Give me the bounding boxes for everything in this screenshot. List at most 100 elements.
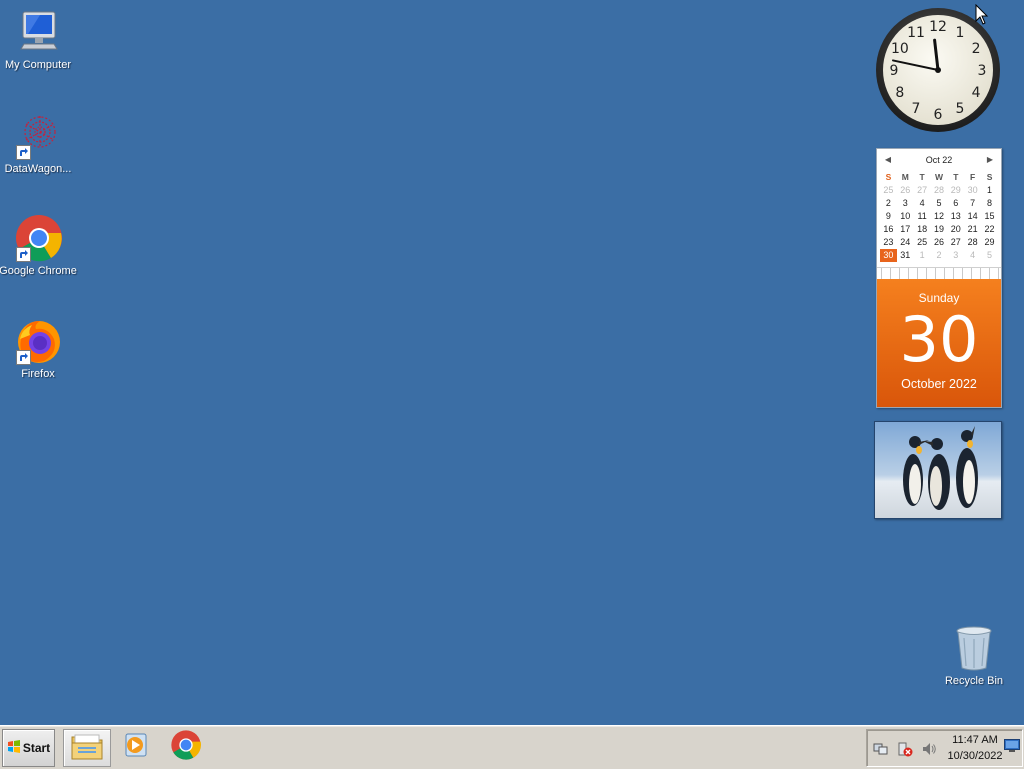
- calendar-day[interactable]: 22: [981, 223, 998, 236]
- calendar-day[interactable]: 18: [914, 223, 931, 236]
- calendar-weekday: M: [901, 172, 909, 182]
- calendar-day[interactable]: 15: [981, 210, 998, 223]
- calendar-day[interactable]: 19: [931, 223, 948, 236]
- calendar-week-row: 30 31 1 2 3 4 5: [880, 249, 998, 262]
- desktop-icon-google-chrome[interactable]: Google Chrome: [0, 214, 78, 277]
- calendar-day[interactable]: 9: [880, 210, 897, 223]
- desktop-icon-label: My Computer: [4, 59, 72, 71]
- calendar-day[interactable]: 5: [981, 249, 998, 262]
- action-center-warning-icon[interactable]: [897, 741, 913, 757]
- calendar-month-label: Oct 22: [925, 155, 953, 165]
- calendar-day[interactable]: 5: [931, 197, 948, 210]
- calendar-weekday: S: [885, 172, 892, 182]
- calendar-day[interactable]: 25: [914, 236, 931, 249]
- calendar-day[interactable]: 25: [880, 184, 897, 197]
- calendar-day[interactable]: 12: [931, 210, 948, 223]
- desktop-icon-label: DataWagon...: [4, 163, 72, 175]
- calendar-week-row: 16 17 18 19 20 21 22: [880, 223, 998, 236]
- calendar-day[interactable]: 20: [947, 223, 964, 236]
- calendar-grid: S M T W T F S 25 26 27 28 29 30 1 2 3 4 …: [880, 171, 998, 262]
- calendar-day[interactable]: 23: [880, 236, 897, 249]
- calendar-day[interactable]: 13: [947, 210, 964, 223]
- desktop-icon-firefox[interactable]: Firefox: [0, 317, 78, 380]
- calendar-weekday: T: [919, 172, 925, 182]
- calendar-day[interactable]: 2: [880, 197, 897, 210]
- calendar-day[interactable]: 3: [897, 197, 914, 210]
- penguins-photo: [875, 422, 1001, 518]
- tray-clock-date[interactable]: 10/30/2022: [943, 750, 1007, 762]
- calendar-day[interactable]: 10: [897, 210, 914, 223]
- calendar-week-row: 25 26 27 28 29 30 1: [880, 184, 998, 197]
- clock-numeral: 10: [891, 41, 909, 57]
- previous-month-icon[interactable]: ◀: [881, 149, 895, 171]
- calendar-day[interactable]: 27: [947, 236, 964, 249]
- desktop-icon-label: Firefox: [21, 368, 55, 380]
- start-label: Start: [22, 741, 51, 755]
- calendar-weekday: W: [934, 172, 943, 182]
- calendar-day[interactable]: 1: [914, 249, 931, 262]
- calendar-day[interactable]: 11: [914, 210, 931, 223]
- calendar-weekday: S: [986, 172, 993, 182]
- volume-icon[interactable]: [921, 741, 937, 757]
- calendar-day[interactable]: 26: [931, 236, 948, 249]
- clock-numeral: 2: [972, 41, 981, 57]
- system-tray: 11:47 AM 10/30/2022: [866, 729, 1023, 767]
- calendar-day[interactable]: 1: [981, 184, 998, 197]
- calendar-header: ◀ Oct 22 ▶: [877, 149, 1001, 171]
- calendar-day[interactable]: 30: [964, 184, 981, 197]
- clock-numeral: 12: [929, 19, 947, 35]
- taskbar-chrome-button[interactable]: [164, 729, 208, 765]
- clock-numeral: 1: [956, 25, 965, 41]
- calendar-day[interactable]: 29: [981, 236, 998, 249]
- file-explorer-icon: [70, 731, 104, 766]
- clock-numeral: 6: [934, 107, 943, 123]
- calendar-day[interactable]: 2: [931, 249, 948, 262]
- calendar-day[interactable]: 31: [897, 249, 914, 262]
- tray-clock-time[interactable]: 11:47 AM: [943, 734, 1007, 746]
- show-desktop-button[interactable]: [1004, 739, 1020, 753]
- calendar-day[interactable]: 28: [931, 184, 948, 197]
- firefox-icon: [14, 317, 62, 365]
- calendar-day-number: 30: [899, 303, 979, 376]
- network-icon[interactable]: [873, 741, 889, 757]
- datawagon-icon: [14, 112, 62, 160]
- calendar-day[interactable]: 29: [947, 184, 964, 197]
- calendar-gadget[interactable]: ◀ Oct 22 ▶ S M T W T F S 25 26 27 28 29 …: [876, 148, 1002, 408]
- calendar-day[interactable]: 21: [964, 223, 981, 236]
- calendar-day[interactable]: 24: [897, 236, 914, 249]
- calendar-day[interactable]: 8: [981, 197, 998, 210]
- calendar-day[interactable]: 28: [964, 236, 981, 249]
- calendar-weekday-row: S M T W T F S: [880, 171, 998, 184]
- calendar-day[interactable]: 14: [964, 210, 981, 223]
- clock-numeral: 8: [895, 85, 904, 101]
- next-month-icon[interactable]: ▶: [983, 149, 997, 171]
- calendar-day[interactable]: 4: [914, 197, 931, 210]
- calendar-day[interactable]: 7: [964, 197, 981, 210]
- clock-numeral: 4: [972, 85, 981, 101]
- calendar-day[interactable]: 16: [880, 223, 897, 236]
- clock-numeral: 7: [912, 101, 921, 117]
- calendar-weekday: T: [953, 172, 959, 182]
- slideshow-gadget[interactable]: [874, 421, 1002, 519]
- calendar-day[interactable]: 26: [897, 184, 914, 197]
- taskbar-file-explorer-button[interactable]: [63, 729, 111, 767]
- start-button[interactable]: Start: [2, 729, 55, 767]
- desktop-icon-datawagon[interactable]: DataWagon...: [0, 112, 78, 175]
- calendar-day[interactable]: 17: [897, 223, 914, 236]
- desktop-icon-my-computer[interactable]: My Computer: [0, 8, 78, 71]
- taskbar: Start 11:47 AM 10/30/2022: [0, 725, 1024, 769]
- taskbar-media-player-button[interactable]: [114, 729, 158, 765]
- calendar-day-today[interactable]: 30: [880, 249, 897, 262]
- calendar-day[interactable]: 4: [964, 249, 981, 262]
- media-player-icon: [122, 731, 150, 764]
- calendar-day[interactable]: 27: [914, 184, 931, 197]
- chrome-icon: [170, 729, 202, 766]
- calendar-week-row: 23 24 25 26 27 28 29: [880, 236, 998, 249]
- desktop-icon-label: Google Chrome: [0, 265, 77, 277]
- calendar-week-row: 2 3 4 5 6 7 8: [880, 197, 998, 210]
- calendar-day-page[interactable]: Sunday 30 October 2022: [877, 279, 1001, 407]
- chrome-icon: [14, 214, 62, 262]
- desktop-icon-recycle-bin[interactable]: Recycle Bin: [934, 624, 1014, 687]
- calendar-day[interactable]: 3: [947, 249, 964, 262]
- calendar-day[interactable]: 6: [947, 197, 964, 210]
